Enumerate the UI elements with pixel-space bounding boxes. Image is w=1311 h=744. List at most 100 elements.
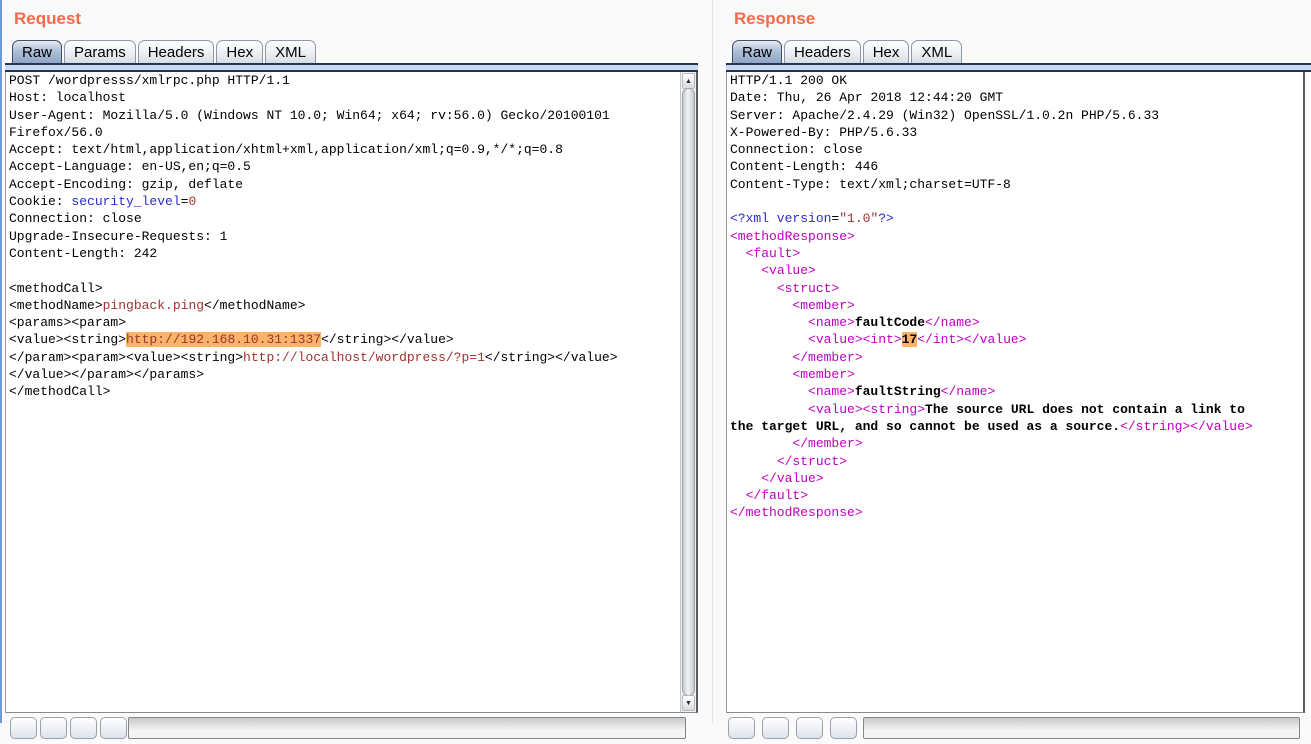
code-segment: User-Agent: Mozilla/5.0 (Windows NT 10.0… bbox=[9, 108, 610, 123]
code-line: <struct> bbox=[730, 280, 1253, 297]
code-segment: Upgrade-Insecure-Requests: 1 bbox=[9, 229, 227, 244]
code-line: <member> bbox=[730, 366, 1253, 383]
code-line: Connection: close bbox=[730, 141, 1253, 158]
code-segment: <name> bbox=[808, 315, 855, 330]
code-line: Content-Type: text/xml;charset=UTF-8 bbox=[730, 176, 1253, 193]
code-segment: 17 bbox=[902, 332, 918, 347]
request-search-input[interactable] bbox=[128, 717, 686, 739]
code-segment: <value> bbox=[761, 263, 816, 278]
code-segment bbox=[730, 246, 746, 261]
code-segment: faultString bbox=[855, 384, 941, 399]
request-scrollbar[interactable]: ▲ ▼ bbox=[680, 72, 696, 712]
response-search-button-1[interactable] bbox=[728, 717, 755, 739]
request-panel: Request RawParamsHeadersHexXML POST /wor… bbox=[0, 0, 700, 723]
code-segment: </methodResponse> bbox=[730, 505, 863, 520]
tab-headers[interactable]: Headers bbox=[138, 40, 215, 63]
response-search-input[interactable] bbox=[863, 717, 1300, 739]
request-raw-text[interactable]: POST /wordpresss/xmlrpc.php HTTP/1.1Host… bbox=[9, 72, 618, 401]
code-line: <?xml version="1.0"?> bbox=[730, 210, 1253, 227]
code-line: Accept-Language: en-US,en;q=0.5 bbox=[9, 158, 618, 175]
code-line: <value><string>http://192.168.10.31:1337… bbox=[9, 331, 618, 348]
code-segment: security_level bbox=[71, 194, 180, 209]
request-search-button-3[interactable] bbox=[70, 717, 97, 739]
request-search-button-2[interactable] bbox=[40, 717, 67, 739]
panel-divider bbox=[712, 0, 713, 723]
code-line: </methodResponse> bbox=[730, 504, 1253, 521]
code-segment: </int></value> bbox=[917, 332, 1026, 347]
request-tab-underline bbox=[5, 63, 698, 72]
tab-params[interactable]: Params bbox=[64, 40, 136, 63]
code-line: Accept-Encoding: gzip, deflate bbox=[9, 176, 618, 193]
code-segment: </param><param><value><string> bbox=[9, 350, 243, 365]
code-segment: </member> bbox=[792, 350, 862, 365]
code-segment: </fault> bbox=[746, 488, 808, 503]
code-segment: Content-Type: text/xml;charset=UTF-8 bbox=[730, 177, 1011, 192]
response-editor[interactable]: HTTP/1.1 200 OKDate: Thu, 26 Apr 2018 12… bbox=[726, 72, 1305, 713]
response-search-bar bbox=[720, 714, 1311, 744]
code-line: </member> bbox=[730, 435, 1253, 452]
code-segment bbox=[730, 367, 792, 382]
response-search-button-3[interactable] bbox=[796, 717, 823, 739]
code-segment: faultCode bbox=[855, 315, 925, 330]
tab-xml[interactable]: XML bbox=[911, 40, 962, 63]
code-line: Upgrade-Insecure-Requests: 1 bbox=[9, 228, 618, 245]
code-segment: <value><string> bbox=[808, 402, 925, 417]
code-line: <fault> bbox=[730, 245, 1253, 262]
code-segment: <?xml version bbox=[730, 211, 831, 226]
code-line: HTTP/1.1 200 OK bbox=[730, 72, 1253, 89]
request-search-button-1[interactable] bbox=[10, 717, 37, 739]
code-line: <methodResponse> bbox=[730, 228, 1253, 245]
scrollbar-thumb[interactable] bbox=[682, 88, 695, 696]
code-segment: HTTP/1.1 200 OK bbox=[730, 73, 847, 88]
code-segment bbox=[730, 298, 792, 313]
code-line: <methodCall> bbox=[9, 280, 618, 297]
code-segment: <struct> bbox=[777, 281, 839, 296]
code-segment: </struct> bbox=[777, 454, 847, 469]
code-segment: <methodCall> bbox=[9, 281, 103, 296]
code-segment: </methodName> bbox=[204, 298, 305, 313]
code-line: </param><param><value><string>http://loc… bbox=[9, 349, 618, 366]
tab-hex[interactable]: Hex bbox=[863, 40, 910, 63]
tab-xml[interactable]: XML bbox=[265, 40, 316, 63]
code-line: <methodName>pingback.ping</methodName> bbox=[9, 297, 618, 314]
code-segment: X-Powered-By: PHP/5.6.33 bbox=[730, 125, 917, 140]
response-search-button-2[interactable] bbox=[762, 717, 789, 739]
scroll-down-icon[interactable]: ▼ bbox=[682, 695, 695, 711]
tab-headers[interactable]: Headers bbox=[784, 40, 861, 63]
code-segment: <member> bbox=[792, 298, 854, 313]
code-segment bbox=[730, 454, 777, 469]
code-line: Firefox/56.0 bbox=[9, 124, 618, 141]
code-segment: <methodName> bbox=[9, 298, 103, 313]
code-line: User-Agent: Mozilla/5.0 (Windows NT 10.0… bbox=[9, 107, 618, 124]
response-raw-text[interactable]: HTTP/1.1 200 OKDate: Thu, 26 Apr 2018 12… bbox=[730, 72, 1253, 522]
code-segment: Server: Apache/2.4.29 (Win32) OpenSSL/1.… bbox=[730, 108, 1159, 123]
scroll-up-icon[interactable]: ▲ bbox=[682, 73, 695, 89]
code-line: Accept: text/html,application/xhtml+xml,… bbox=[9, 141, 618, 158]
code-line: </value></param></params> bbox=[9, 366, 618, 383]
request-editor[interactable]: POST /wordpresss/xmlrpc.php HTTP/1.1Host… bbox=[5, 72, 698, 713]
code-line bbox=[730, 193, 1253, 210]
code-segment: POST /wordpresss/xmlrpc.php HTTP/1.1 bbox=[9, 73, 290, 88]
code-line: </value> bbox=[730, 470, 1253, 487]
code-segment bbox=[730, 471, 761, 486]
code-segment: ?> bbox=[878, 211, 894, 226]
code-segment: <name> bbox=[808, 384, 855, 399]
request-search-button-4[interactable] bbox=[100, 717, 127, 739]
tab-hex[interactable]: Hex bbox=[216, 40, 263, 63]
code-line: Connection: close bbox=[9, 210, 618, 227]
code-segment: </member> bbox=[792, 436, 862, 451]
tab-raw[interactable]: Raw bbox=[732, 40, 782, 63]
code-segment: Connection: close bbox=[9, 211, 142, 226]
code-segment: 0 bbox=[188, 194, 196, 209]
code-segment bbox=[730, 263, 761, 278]
code-segment bbox=[730, 384, 808, 399]
code-segment bbox=[730, 402, 808, 417]
code-line: Content-Length: 242 bbox=[9, 245, 618, 262]
code-segment bbox=[730, 332, 808, 347]
code-segment: <member> bbox=[792, 367, 854, 382]
response-search-button-4[interactable] bbox=[830, 717, 857, 739]
code-segment: <params><param> bbox=[9, 315, 126, 330]
code-line: the target URL, and so cannot be used as… bbox=[730, 418, 1253, 435]
tab-raw[interactable]: Raw bbox=[12, 40, 62, 63]
code-line: <value><int>17</int></value> bbox=[730, 331, 1253, 348]
